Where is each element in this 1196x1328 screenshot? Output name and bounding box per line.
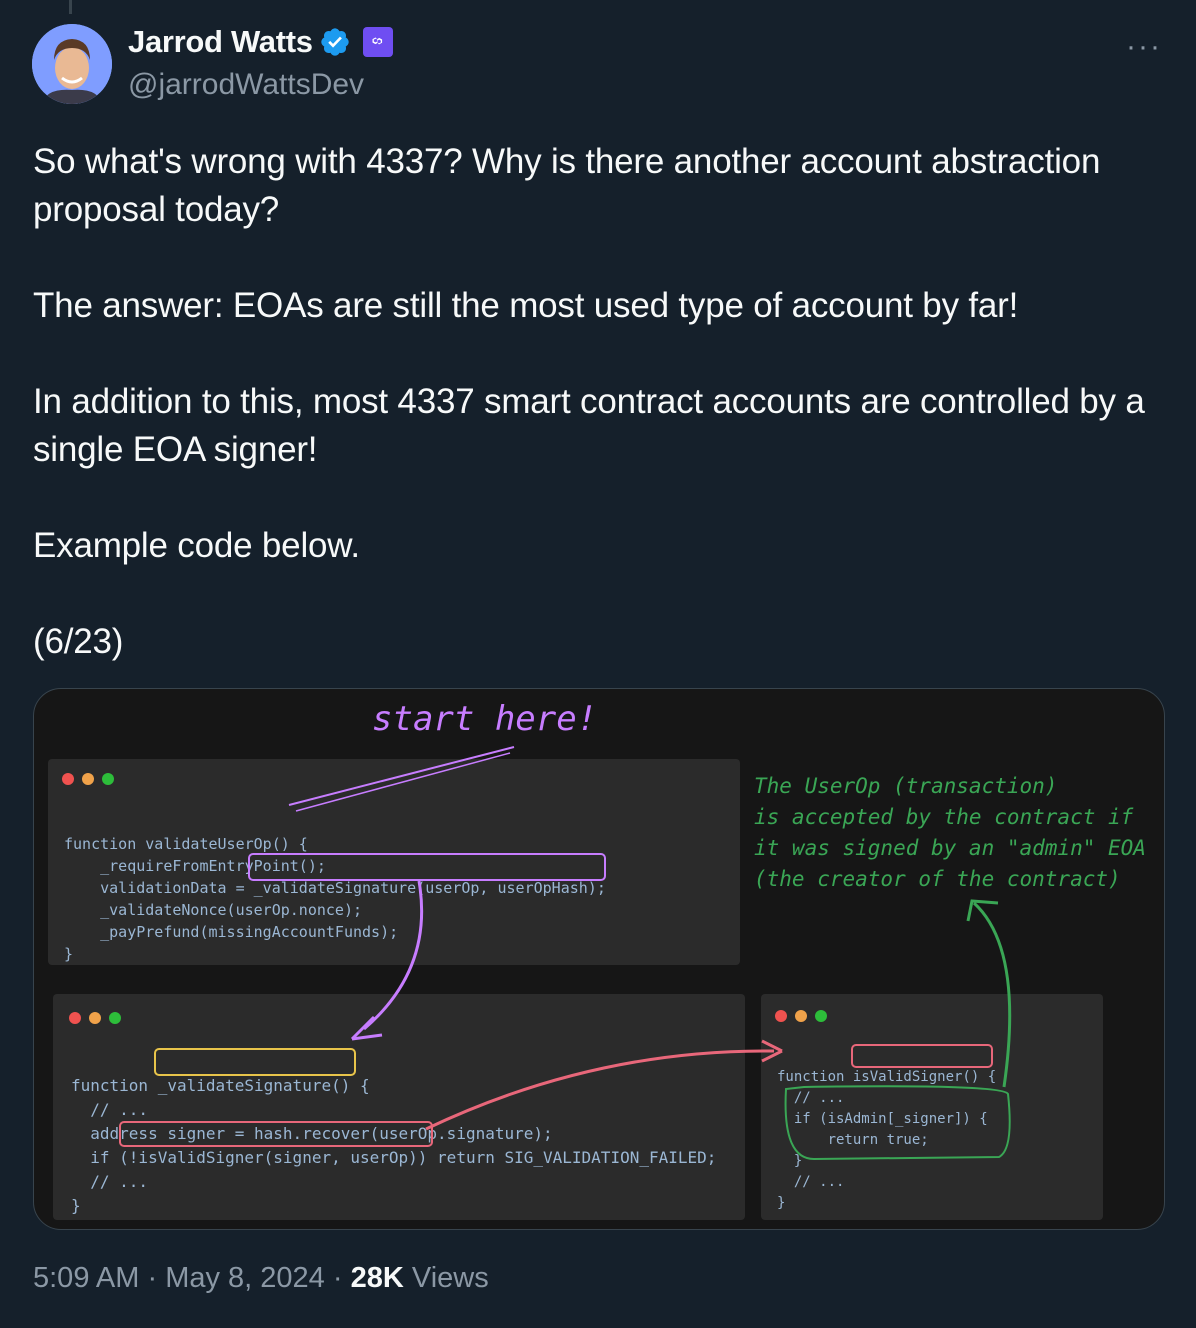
verified-badge-icon (321, 28, 349, 56)
dot-red-icon (69, 1012, 81, 1024)
polygon-affiliate-icon[interactable] (362, 27, 393, 57)
tweet-paragraph: In addition to this, most 4337 smart con… (33, 382, 1145, 469)
thread-connector (69, 0, 72, 14)
tweet-date[interactable]: May 8, 2024 (165, 1262, 325, 1294)
tweet-paragraph: Example code below. (33, 526, 360, 565)
views-count[interactable]: 28K (351, 1262, 404, 1294)
code-line: } (71, 1196, 81, 1215)
author-name-row: Jarrod Watts (128, 24, 393, 60)
dot-orange-icon (89, 1012, 101, 1024)
dot-red-icon (775, 1010, 787, 1022)
separator: · (147, 1262, 158, 1294)
code-block-2: function _validateSignature() { // ... a… (71, 1050, 716, 1218)
annotation-note: The UserOp (transaction) is accepted by … (754, 771, 1146, 895)
dot-orange-icon (82, 773, 94, 785)
code-line: validationData = _validateSignature(user… (64, 879, 606, 897)
code-panel-validate-signature: function _validateSignature() { // ... a… (53, 994, 745, 1220)
code-line: } (64, 945, 74, 963)
start-here-note: start here! (372, 699, 598, 739)
annotation-line: is accepted by the contract if (754, 805, 1134, 829)
code-block-1: function validateUserOp() { _requireFrom… (64, 811, 606, 965)
tweet-image[interactable]: function validateUserOp() { _requireFrom… (33, 688, 1165, 1230)
code-line: return true; (777, 1132, 929, 1148)
author-handle[interactable]: @jarrodWattsDev (128, 68, 364, 102)
green-arrowhead (966, 899, 999, 922)
dot-green-icon (109, 1012, 121, 1024)
code-line: _requireFromEntryPoint(); (64, 857, 326, 875)
annotation-line: it was signed by an "admin" EOA (754, 836, 1146, 860)
dot-green-icon (815, 1010, 827, 1022)
code-line: _validateNonce(userOp.nonce); (64, 901, 363, 919)
tweet-paragraph: So what's wrong with 4337? Why is there … (33, 142, 1101, 229)
code-line: address signer = hash.recover(userOp.sig… (71, 1124, 553, 1143)
separator: · (332, 1262, 343, 1294)
code-line: // ... (71, 1172, 149, 1191)
tweet-footer: 5:09 AM · May 8, 2024 · 28K Views (33, 1262, 489, 1295)
code-line: _payPrefund(missingAccountFunds); (64, 923, 399, 941)
tweet-paragraph: The answer: EOAs are still the most used… (33, 286, 1019, 325)
code-line: // ... (71, 1100, 149, 1119)
code-line: // ... (777, 1174, 845, 1190)
window-dots (62, 773, 114, 785)
tweet-text: So what's wrong with 4337? Why is there … (33, 138, 1163, 666)
window-dots (775, 1010, 827, 1022)
author-name[interactable]: Jarrod Watts (128, 24, 313, 60)
annotation-line: The UserOp (transaction) (754, 774, 1058, 798)
more-options-icon[interactable]: ··· (1126, 30, 1162, 64)
code-line: } (777, 1195, 786, 1211)
window-dots (69, 1012, 121, 1024)
code-block-3: function isValidSigner() { // ... if (is… (777, 1046, 996, 1214)
code-panel-is-valid-signer: function isValidSigner() { // ... if (is… (761, 994, 1103, 1220)
code-line: } (777, 1153, 803, 1169)
code-line: function isValidSigner() { (777, 1069, 997, 1085)
annotation-line: (the creator of the contract) (754, 867, 1121, 891)
dot-green-icon (102, 773, 114, 785)
code-line: function validateUserOp() { (64, 835, 308, 853)
code-line: if (isAdmin[_signer]) { (777, 1111, 988, 1127)
avatar[interactable] (32, 24, 112, 104)
dot-red-icon (62, 773, 74, 785)
code-line: function _validateSignature() { (71, 1076, 370, 1095)
views-label: Views (411, 1262, 489, 1294)
profile-photo-icon (32, 24, 112, 104)
tweet-time[interactable]: 5:09 AM (33, 1262, 139, 1294)
dot-orange-icon (795, 1010, 807, 1022)
tweet-paragraph: (6/23) (33, 622, 124, 661)
code-line: if (!isValidSigner(signer, userOp)) retu… (71, 1148, 717, 1167)
code-panel-validate-userop: function validateUserOp() { _requireFrom… (48, 759, 740, 965)
code-line: // ... (777, 1090, 845, 1106)
